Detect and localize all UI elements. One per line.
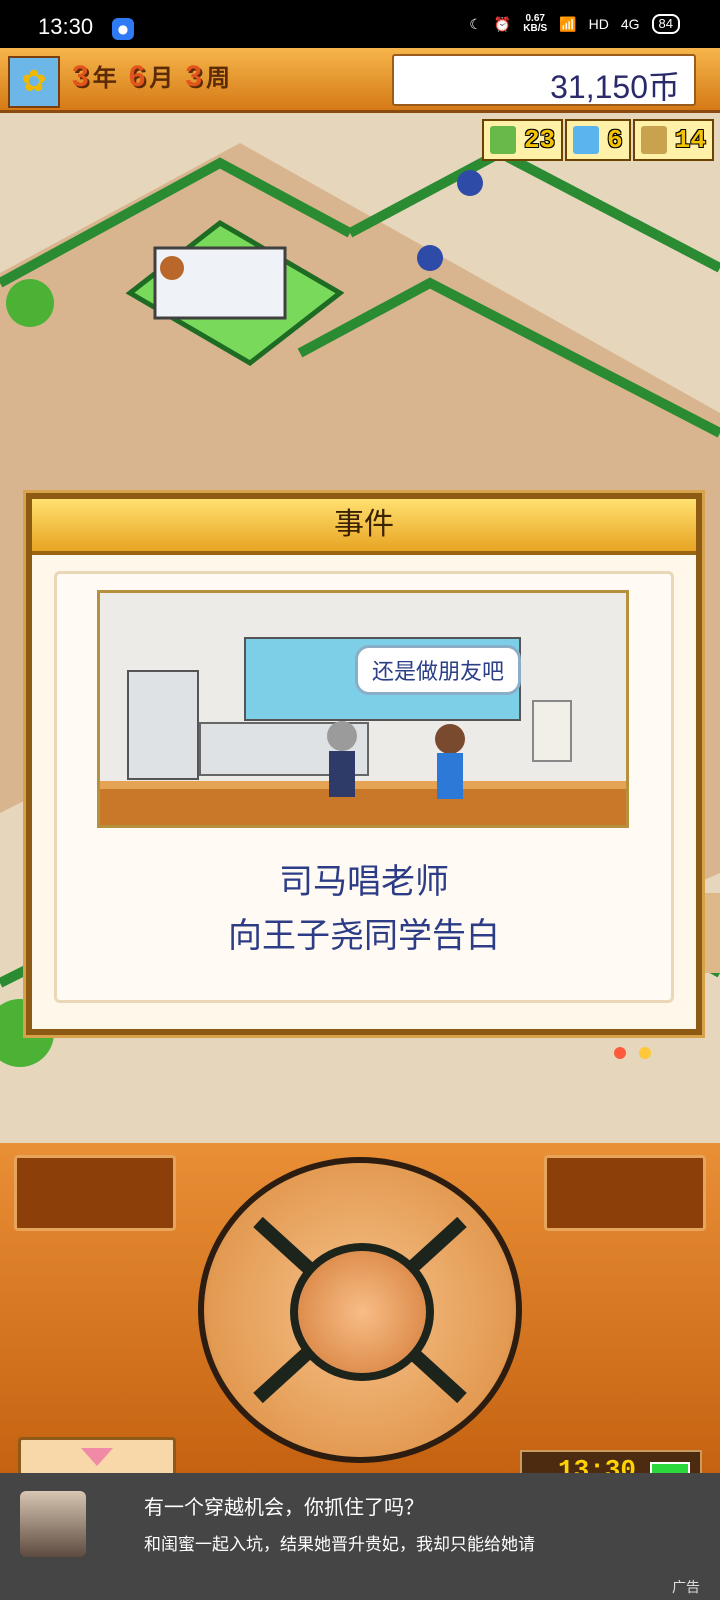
collapse-button[interactable] [18, 1437, 176, 1477]
ad-thumbnail[interactable] [20, 1491, 86, 1557]
pencil-icon [489, 126, 516, 154]
money-display: 31,150币 [392, 54, 696, 106]
event-dialog[interactable]: 事件 还是做朋友吧 司马唱老师 向王子尧同学告白 [26, 493, 702, 1035]
network-speed: 0.67 KB/S [523, 13, 548, 34]
status-time: 13:30 [38, 14, 94, 39]
sunflower-icon: ✿ [8, 56, 60, 108]
stat-trophy: 14 [632, 119, 714, 161]
dpad-center-button[interactable] [290, 1243, 434, 1381]
event-text-line2: 向王子尧同学告白 [228, 916, 500, 956]
ad-title[interactable]: 有一个穿越机会，你抓住了吗？ [144, 1491, 424, 1520]
advertisement-banner[interactable]: 有一个穿越机会，你抓住了吗？ 和闺蜜一起入坑，结果她晋升贵妃，我却只能给她请 广… [0, 1473, 720, 1600]
moon-icon: ☾ [469, 15, 482, 32]
date-month-unit: 月 [149, 65, 174, 92]
student [417, 245, 443, 271]
wifi-icon: 📶 [559, 15, 577, 32]
right-menu-button[interactable] [544, 1155, 706, 1231]
trophy-icon [640, 126, 667, 154]
battery-indicator: 84 [651, 14, 680, 34]
ad-description[interactable]: 和闺蜜一起入坑，结果她晋升贵妃，我却只能给她请 [144, 1530, 535, 1555]
classroom-scene [100, 593, 626, 825]
date-week: 3 [185, 60, 203, 93]
down-arrow-icon [81, 1448, 113, 1466]
event-text-line1: 司马唱老师 [279, 862, 449, 902]
game-date: 3 年 6 月 3 周 [72, 58, 238, 94]
game-controls [0, 1143, 720, 1477]
date-week-unit: 周 [206, 65, 231, 92]
directional-pad[interactable] [198, 1157, 522, 1463]
date-month: 6 [128, 60, 146, 93]
money-value: 31,150币 [550, 69, 680, 105]
left-menu-button[interactable] [14, 1155, 176, 1231]
student [457, 170, 483, 196]
event-dialog-content: 还是做朋友吧 司马唱老师 向王子尧同学告白 [54, 571, 674, 1003]
date-year: 3 [72, 60, 89, 93]
hd-indicator: HD [588, 16, 609, 32]
speech-bubble: 还是做朋友吧 [355, 645, 522, 695]
resource-stats: 23 6 14 [481, 119, 714, 161]
status-icons: ☾ ⏰ 0.67 KB/S 📶 HD 4G 84 [469, 14, 680, 34]
ad-tag: 广告 [672, 1580, 700, 1596]
flask-icon [573, 126, 600, 154]
event-dialog-title: 事件 [32, 499, 696, 555]
date-year-unit: 年 [92, 65, 117, 92]
status-bar: 13:30 ● ☾ ⏰ 0.67 KB/S 📶 HD 4G 84 [0, 0, 720, 48]
event-scene: 还是做朋友吧 [97, 590, 629, 828]
stat-science: 6 [565, 119, 631, 161]
game-top-bar: ✿ 3 年 6 月 3 周 31,150币 [0, 48, 720, 113]
app-notification-icon: ● [112, 18, 134, 40]
stat-research: 23 [481, 119, 564, 161]
alarm-icon: ⏰ [493, 15, 512, 32]
game-map[interactable]: 23 6 14 事件 还是做朋友吧 司马唱老师 向王子尧同学告白 [0, 113, 720, 1143]
tree [6, 279, 54, 327]
signal-4g: 4G [620, 16, 640, 32]
